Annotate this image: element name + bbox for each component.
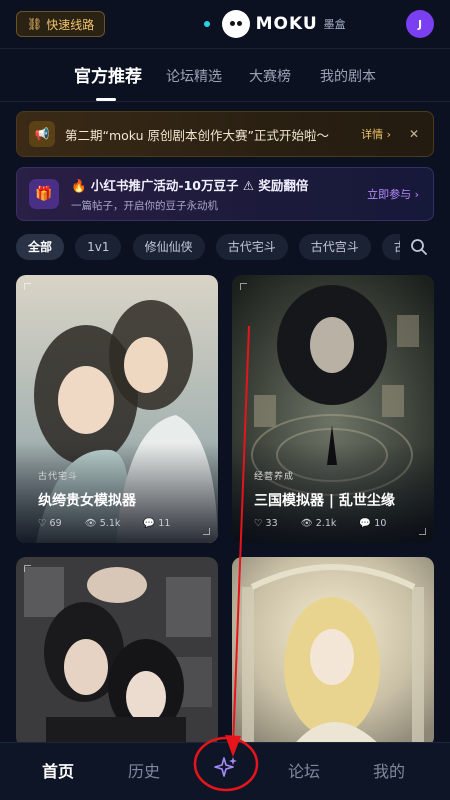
status-dot bbox=[203, 21, 210, 27]
brand-subtitle: 墨盒 bbox=[323, 18, 346, 31]
corner-mark bbox=[24, 565, 31, 572]
brand-name: MOKU bbox=[255, 14, 318, 34]
nav-history[interactable]: 历史 bbox=[128, 758, 160, 782]
promo-subtitle: 一篇帖子，开启你的豆子永动机 bbox=[71, 200, 218, 212]
card-stats: ♡ 69 👁 5.1k 💬 11 bbox=[38, 518, 190, 529]
megaphone-icon: 📢 bbox=[29, 121, 55, 147]
search-icon[interactable] bbox=[410, 238, 428, 256]
fast-route-label: 快速线路 bbox=[46, 17, 95, 32]
eye-icon: 👁 2.1k bbox=[300, 518, 337, 529]
script-card[interactable]: 古代宅斗 纨绔贵女模拟器 ♡ 69 👁 5.1k 💬 11 bbox=[16, 275, 218, 543]
script-card[interactable] bbox=[16, 557, 218, 747]
heart-icon: ♡ 69 bbox=[38, 518, 62, 529]
chip-1v1[interactable]: 1v1 bbox=[75, 234, 122, 260]
script-card[interactable] bbox=[232, 557, 434, 747]
tab-my-scripts[interactable]: 我的剧本 bbox=[320, 66, 376, 86]
card-title: 三国模拟器 | 乱世尘缘 bbox=[254, 493, 395, 509]
card-cover-image bbox=[16, 557, 218, 747]
heart-icon: ♡ 33 bbox=[254, 518, 278, 529]
card-tag: 经营养成 bbox=[254, 472, 295, 482]
nav-home[interactable]: 首页 bbox=[42, 758, 74, 782]
brand: MOKU 墨盒 bbox=[203, 10, 346, 38]
gift-icon: 🎁 bbox=[29, 179, 59, 209]
nav-forum[interactable]: 论坛 bbox=[288, 758, 320, 782]
view-count: 2.1k bbox=[315, 518, 337, 529]
tab-forum-picks[interactable]: 论坛精选 bbox=[166, 66, 222, 86]
chip-guse[interactable]: 古色 bbox=[381, 234, 400, 260]
link-icon: ⛓ bbox=[27, 17, 43, 31]
sparkle-create-icon[interactable] bbox=[213, 755, 239, 781]
chip-gongdou[interactable]: 古代宫斗 bbox=[298, 234, 371, 260]
card-title: 纨绔贵女模拟器 bbox=[38, 493, 136, 509]
card-cover-image bbox=[232, 557, 434, 747]
chip-xianxia[interactable]: 修仙仙侠 bbox=[132, 234, 205, 260]
card-stats: ♡ 33 👁 2.1k 💬 10 bbox=[254, 518, 406, 529]
corner-mark bbox=[419, 528, 426, 535]
card-tag: 古代宅斗 bbox=[38, 472, 79, 482]
corner-mark bbox=[203, 528, 210, 535]
corner-mark bbox=[24, 283, 31, 290]
like-count: 33 bbox=[265, 518, 278, 529]
avatar[interactable]: J bbox=[406, 10, 434, 38]
top-bar: ⛓ 快速线路 MOKU 墨盒 J bbox=[0, 0, 450, 48]
promo-title: 🔥 小红书推广活动-10万豆子 ⚠ 奖励翻倍 bbox=[71, 178, 309, 193]
category-chips: 全部 1v1 修仙仙侠 古代宅斗 古代宫斗 古色 bbox=[16, 234, 400, 260]
nav-mine[interactable]: 我的 bbox=[373, 758, 405, 782]
corner-mark bbox=[240, 283, 247, 290]
contest-details-link[interactable]: 详情 › bbox=[361, 126, 391, 142]
bottom-nav: 首页 历史 论坛 我的 bbox=[0, 742, 450, 800]
view-count: 5.1k bbox=[99, 518, 121, 529]
contest-banner-text: 第二期“moku 原创剧本创作大赛”正式开始啦～ bbox=[65, 127, 330, 143]
promo-banner[interactable]: 🎁 🔥 小红书推广活动-10万豆子 ⚠ 奖励翻倍 一篇帖子，开启你的豆子永动机 … bbox=[16, 167, 434, 221]
script-card[interactable]: 经营养成 三国模拟器 | 乱世尘缘 ♡ 33 👁 2.1k 💬 10 bbox=[232, 275, 434, 543]
divider bbox=[0, 101, 450, 102]
chip-all[interactable]: 全部 bbox=[16, 234, 65, 260]
comment-icon: 💬 11 bbox=[143, 518, 171, 529]
divider bbox=[0, 48, 450, 49]
like-count: 69 bbox=[49, 518, 62, 529]
moku-logo-icon bbox=[221, 10, 250, 38]
tab-bar: 官方推荐 论坛精选 大赛榜 我的剧本 bbox=[0, 62, 450, 92]
eye-icon: 👁 5.1k bbox=[84, 518, 121, 529]
comment-count: 11 bbox=[158, 518, 171, 529]
comment-count: 10 bbox=[374, 518, 387, 529]
promo-join-link[interactable]: 立即参与 › bbox=[367, 186, 419, 202]
tab-contest-rank[interactable]: 大赛榜 bbox=[249, 66, 291, 86]
fast-route-button[interactable]: ⛓ 快速线路 bbox=[16, 11, 106, 37]
comment-icon: 💬 10 bbox=[359, 518, 387, 529]
close-icon[interactable]: ✕ bbox=[409, 127, 419, 141]
tab-official[interactable]: 官方推荐 bbox=[74, 62, 142, 87]
contest-banner[interactable]: 📢 第二期“moku 原创剧本创作大赛”正式开始啦～ 详情 › ✕ bbox=[16, 111, 434, 157]
chip-zhaidou[interactable]: 古代宅斗 bbox=[215, 234, 288, 260]
